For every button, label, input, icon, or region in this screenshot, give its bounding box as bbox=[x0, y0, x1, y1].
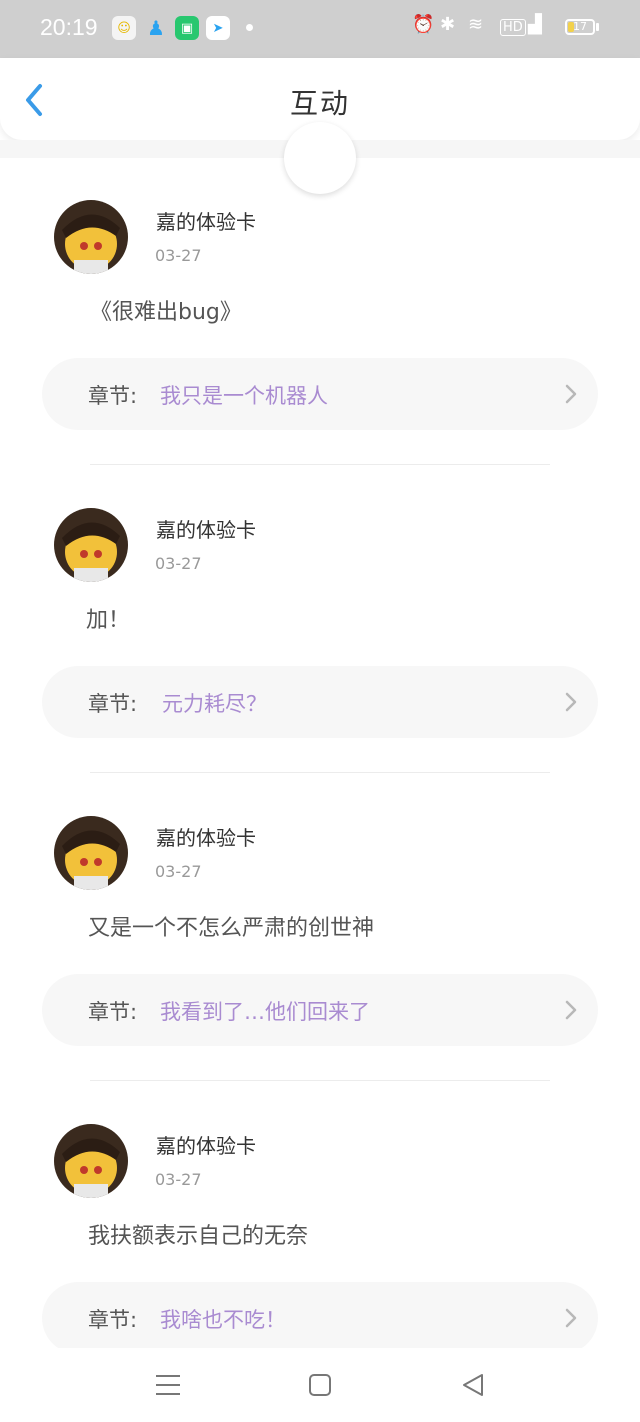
chevron-right-icon bbox=[565, 1308, 577, 1328]
comment-text: 加！ bbox=[86, 608, 131, 633]
chapter-title: 我啥也不吃！ bbox=[160, 1308, 286, 1332]
chevron-right-icon bbox=[565, 384, 577, 404]
chevron-right-icon bbox=[565, 1000, 577, 1020]
divider bbox=[90, 464, 550, 465]
battery-tip bbox=[596, 23, 599, 31]
chapter-title: 我看到了…他们回来了 bbox=[160, 1000, 370, 1024]
user-name[interactable]: 嘉的体验卡 bbox=[156, 514, 256, 543]
menu-button[interactable] bbox=[151, 1370, 185, 1400]
chapter-prefix: 章节: bbox=[88, 1308, 138, 1332]
battery-icon: 17 bbox=[565, 19, 595, 35]
comment-text: 《很难出bug》 bbox=[90, 300, 242, 325]
square-icon bbox=[309, 1374, 331, 1396]
divider bbox=[90, 1080, 550, 1081]
chapter-prefix: 章节: bbox=[88, 692, 138, 716]
status-time: 20:19 bbox=[40, 14, 98, 40]
chapter-link[interactable]: 章节: 我只是一个机器人 bbox=[42, 358, 598, 430]
signal-icon: ▟ bbox=[528, 14, 542, 35]
home-button[interactable] bbox=[303, 1370, 337, 1400]
avatar[interactable] bbox=[54, 1124, 128, 1198]
avatar[interactable] bbox=[54, 508, 128, 582]
bilibili-icon: ▣ bbox=[175, 16, 199, 40]
battery-percent: 17 bbox=[573, 20, 587, 33]
post-date: 03-27 bbox=[155, 554, 202, 573]
avatar[interactable] bbox=[54, 200, 128, 274]
page-title: 互动 bbox=[289, 87, 350, 120]
wifi-icon: ≋ bbox=[468, 14, 484, 35]
qq-icon: ♟ bbox=[147, 16, 165, 40]
user-name[interactable]: 嘉的体验卡 bbox=[156, 1130, 256, 1159]
bluetooth-icon: ✱ bbox=[440, 14, 456, 35]
chapter-title: 我只是一个机器人 bbox=[160, 384, 328, 408]
back-nav-button[interactable] bbox=[456, 1370, 490, 1400]
menu-icon bbox=[156, 1375, 180, 1395]
system-nav-bar bbox=[0, 1348, 640, 1422]
more-notifications-icon bbox=[246, 24, 253, 31]
chevron-right-icon bbox=[565, 692, 577, 712]
user-name[interactable]: 嘉的体验卡 bbox=[156, 822, 256, 851]
hd-icon: HD bbox=[500, 19, 526, 36]
user-name[interactable]: 嘉的体验卡 bbox=[156, 206, 256, 235]
chapter-link[interactable]: 章节: 元力耗尽？ bbox=[42, 666, 598, 738]
comment-text: 又是一个不怎么严肃的创世神 bbox=[88, 916, 375, 941]
post-date: 03-27 bbox=[155, 1170, 202, 1189]
pull-refresh-indicator bbox=[284, 122, 356, 194]
chapter-link[interactable]: 章节: 我看到了…他们回来了 bbox=[42, 974, 598, 1046]
alarm-icon: ⏰ bbox=[412, 14, 435, 35]
avatar[interactable] bbox=[54, 816, 128, 890]
post-date: 03-27 bbox=[155, 246, 202, 265]
chapter-prefix: 章节: bbox=[88, 1000, 138, 1024]
chapter-link[interactable]: 章节: 我啥也不吃！ bbox=[42, 1282, 598, 1354]
triangle-back-icon bbox=[463, 1374, 483, 1396]
status-bar: 20:19 ☺ ♟ ▣ ➤ ⏰ ✱ ≋ HD ▟ 17 bbox=[0, 0, 640, 58]
telegram-icon: ➤ bbox=[206, 16, 230, 40]
app-notification-icon: ☺ bbox=[112, 16, 136, 40]
post-date: 03-27 bbox=[155, 862, 202, 881]
chapter-prefix: 章节: bbox=[88, 384, 138, 408]
comment-text: 我扶额表示自己的无奈 bbox=[88, 1224, 309, 1249]
chapter-title: 元力耗尽？ bbox=[162, 692, 267, 716]
divider bbox=[90, 772, 550, 773]
